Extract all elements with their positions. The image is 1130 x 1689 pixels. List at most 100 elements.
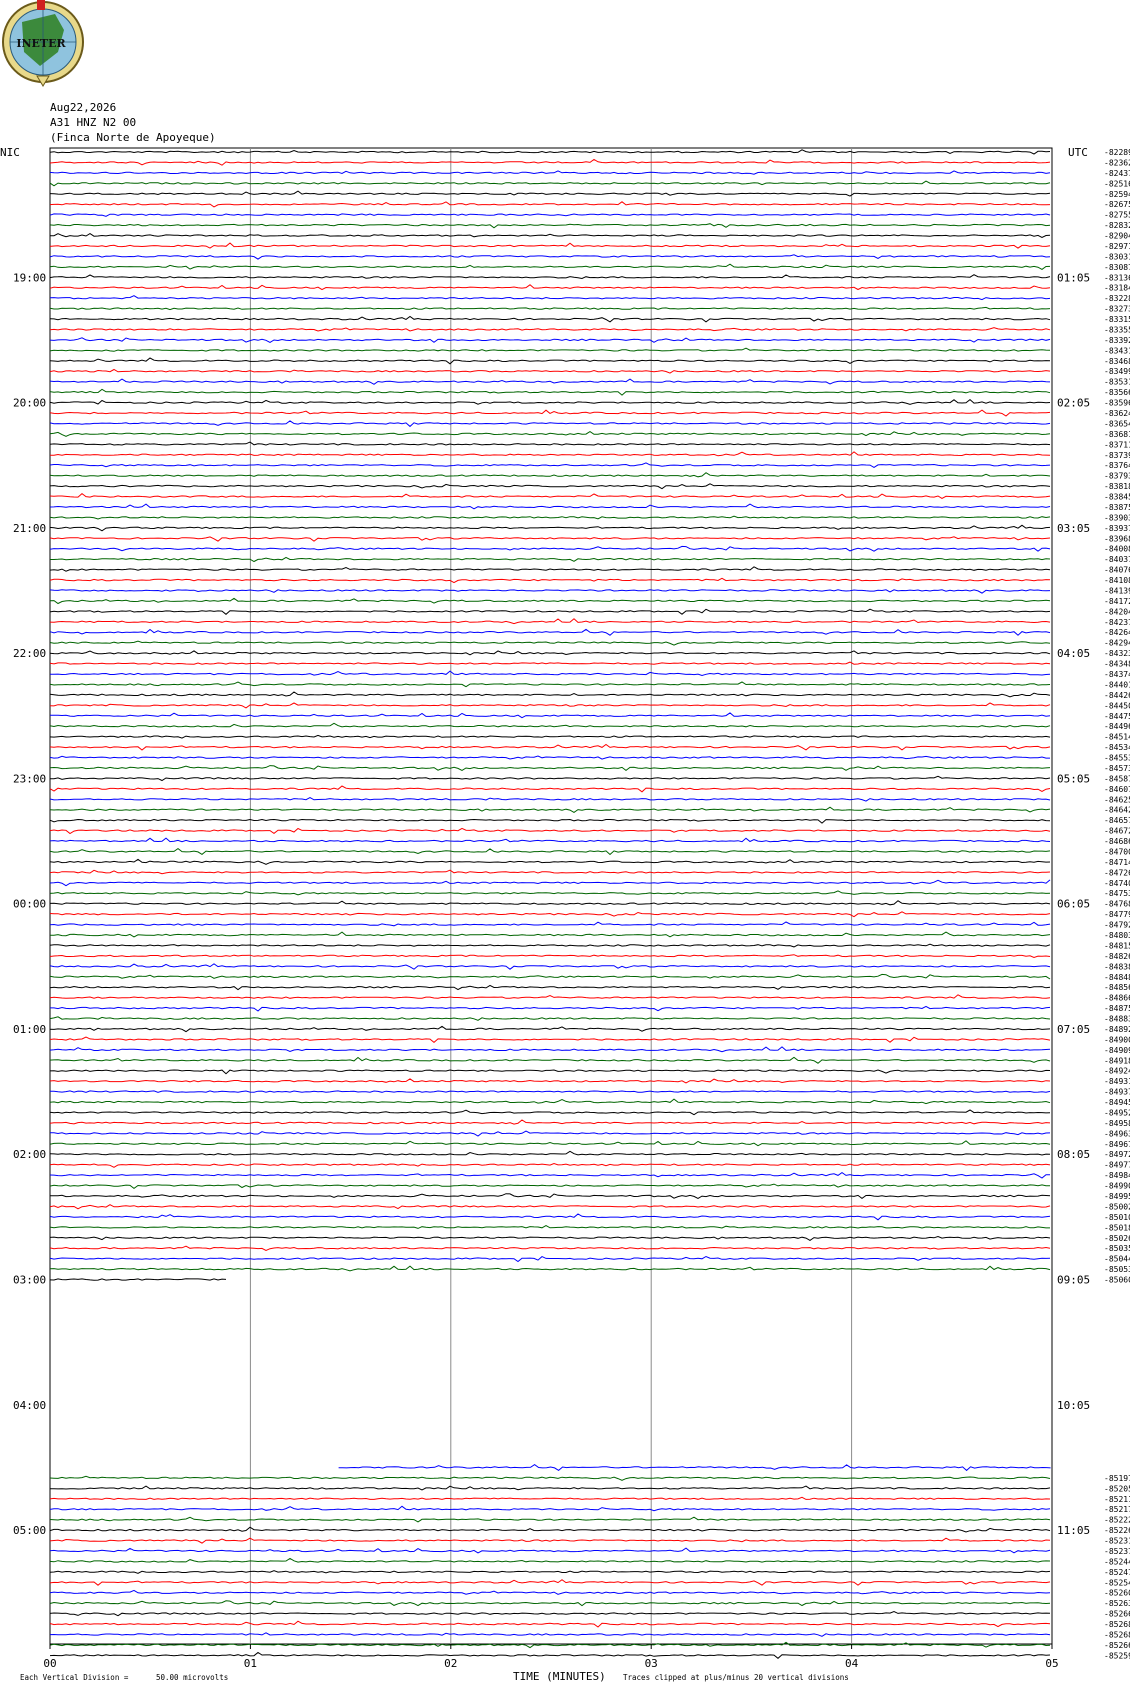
trace-line <box>49 315 1051 323</box>
trace-offset-label: -85205 <box>1104 1484 1130 1493</box>
trace-offset-label: -84967 <box>1104 1140 1130 1149</box>
trace-offset-label: -84963 <box>1104 1129 1130 1138</box>
trace-offset-label: -82594 <box>1104 190 1130 199</box>
trace-offset-label: -85002 <box>1104 1202 1130 1211</box>
trace-offset-label: -83624 <box>1104 409 1130 418</box>
trace-line <box>49 503 1051 510</box>
trace-offset-label: -84740 <box>1104 879 1130 888</box>
trace-offset-label: -84753 <box>1104 889 1130 898</box>
trace-line <box>49 618 1051 625</box>
trace-line <box>49 1265 1051 1272</box>
trace-line <box>49 1485 1051 1491</box>
trace-line <box>49 378 1051 385</box>
seismic-traces <box>49 149 1051 1659</box>
trace-offset-label: -84995 <box>1104 1192 1130 1201</box>
trace-offset-label: -85226 <box>1104 1526 1130 1535</box>
trace-offset-label: -84883 <box>1104 1015 1130 1024</box>
trace-line <box>49 1225 1050 1229</box>
trace-line <box>49 691 1051 698</box>
x-tick-label: 04 <box>845 1657 859 1670</box>
trace-line <box>49 1025 1051 1033</box>
trace-offset-label: -83968 <box>1104 534 1130 543</box>
left-hour-label: 19:00 <box>13 271 46 284</box>
trace-offset-label: -84924 <box>1104 1067 1130 1076</box>
trace-offset-label: -85266 <box>1104 1641 1130 1650</box>
trace-line <box>49 1610 1051 1617</box>
trace-line <box>49 388 1051 396</box>
trace-line <box>49 1171 1050 1179</box>
trace-line <box>49 223 1051 229</box>
trace-line <box>49 1496 1051 1501</box>
trace-line <box>49 274 1051 280</box>
trace-offset-label: -84204 <box>1104 607 1130 616</box>
trace-line <box>49 661 1051 665</box>
trace-offset-label: -84607 <box>1104 785 1130 794</box>
trace-line <box>49 515 1051 520</box>
trace-offset-label: -84848 <box>1104 973 1130 982</box>
trace-offset-label: -83903 <box>1104 513 1130 522</box>
hour-labels: 19:00 01:05 20:00 02:05 21:00 03:05 22:00 04:05… <box>13 271 1090 1537</box>
trace-line <box>49 357 1051 365</box>
trace-offset-label: -84264 <box>1104 628 1130 637</box>
trace-line <box>49 1547 1051 1554</box>
trace-offset-label: -82289 <box>1104 148 1130 157</box>
trace-line <box>49 398 1051 405</box>
trace-line <box>49 806 1051 813</box>
trace-offset-label: -83273 <box>1104 305 1130 314</box>
trace-offset-label: -82516 <box>1104 179 1130 188</box>
trace-offset-label: -84573 <box>1104 764 1130 773</box>
trace-offset-label: -84587 <box>1104 774 1130 783</box>
trace-offset-label: -82755 <box>1104 211 1130 220</box>
right-hour-label: 11:05 <box>1057 1524 1090 1537</box>
right-hour-label: 02:05 <box>1057 397 1090 410</box>
trace-line <box>49 837 1051 843</box>
trace-offset-label: -83875 <box>1104 503 1130 512</box>
trace-line <box>49 954 1051 959</box>
trace-offset-label: -84323 <box>1104 649 1130 658</box>
trace-offset-label: -84401 <box>1104 680 1130 689</box>
left-hour-label: 03:00 <box>13 1274 46 1287</box>
trace-offset-label: -84952 <box>1104 1108 1130 1117</box>
trace-offset-label: -85231 <box>1104 1537 1130 1546</box>
trace-line <box>49 681 1051 688</box>
left-hour-label: 22:00 <box>13 647 46 660</box>
trace-line <box>49 1516 1051 1523</box>
trace-line <box>49 984 1051 991</box>
trace-line <box>49 628 1051 636</box>
trace-offset-label: -85237 <box>1104 1547 1130 1556</box>
trace-line <box>50 1193 1051 1200</box>
trace-offset-label: -85247 <box>1104 1568 1130 1577</box>
trace-line <box>50 1090 1051 1093</box>
trace-offset-label: -84686 <box>1104 837 1130 846</box>
trace-offset-label: -85244 <box>1104 1557 1130 1566</box>
trace-line <box>49 1150 1051 1156</box>
trace-offset-label: -84237 <box>1104 618 1130 627</box>
trace-line <box>49 1641 1051 1649</box>
trace-offset-label: -83087 <box>1104 263 1130 272</box>
trace-offset-label: -85263 <box>1104 1599 1130 1608</box>
trace-line <box>49 1526 1051 1533</box>
trace-line <box>49 347 1051 352</box>
trace-line <box>49 1620 1051 1628</box>
header-date: Aug22,2026 <box>50 101 116 114</box>
trace-line <box>49 943 1051 948</box>
trace-offset-label: -85018 <box>1104 1223 1130 1232</box>
right-hour-label: 06:05 <box>1057 898 1090 911</box>
trace-line <box>49 722 1051 728</box>
trace-line <box>49 858 1051 865</box>
trace-offset-label: -85035 <box>1104 1244 1130 1253</box>
trace-line <box>49 1204 1051 1210</box>
trace-line <box>49 263 1051 270</box>
trace-line <box>49 911 1051 918</box>
trace-line <box>49 1016 1051 1021</box>
trace-offset-label: -84826 <box>1104 952 1130 961</box>
trace-line <box>49 201 1051 208</box>
trace-offset-label: -85260 <box>1104 1589 1130 1598</box>
trace-offset-label: -84918 <box>1104 1056 1130 1065</box>
trace-offset-label: -85266 <box>1104 1610 1130 1619</box>
trace-offset-label: -83468 <box>1104 357 1130 366</box>
trace-offset-label: -85222 <box>1104 1516 1130 1525</box>
trace-offset-label: -83845 <box>1104 493 1130 502</box>
right-hour-label: 01:05 <box>1057 271 1090 284</box>
trace-line <box>49 963 1051 970</box>
